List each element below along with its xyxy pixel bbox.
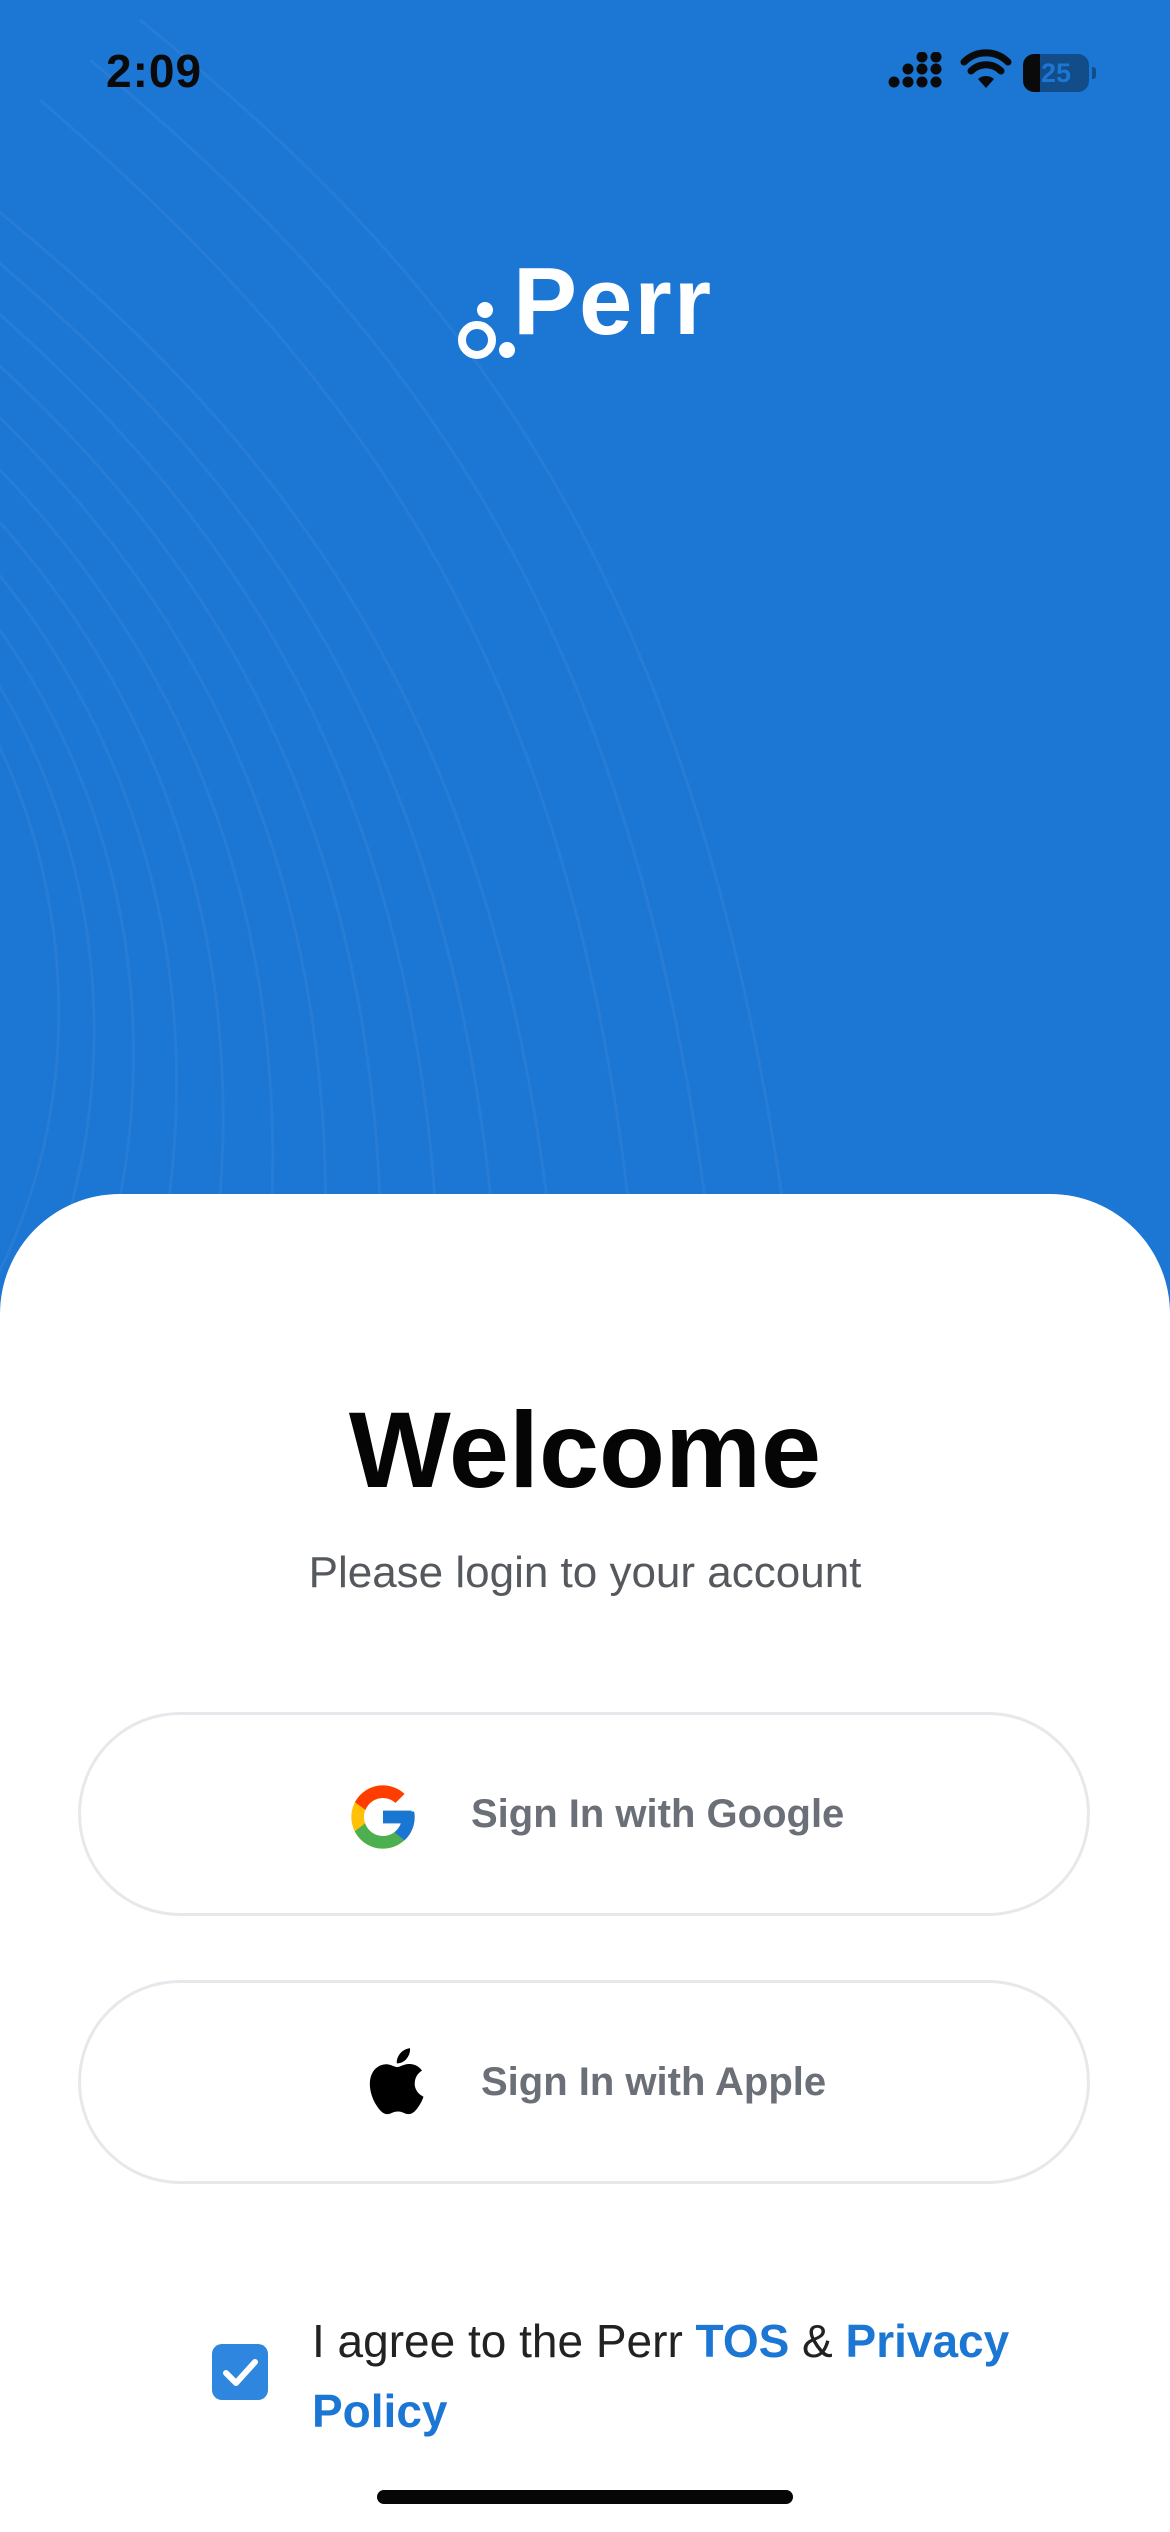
apple-sign-in-label: Sign In with Apple bbox=[481, 2060, 827, 2104]
google-icon bbox=[351, 1785, 415, 1849]
agreement-prefix: I agree to the Perr bbox=[312, 2315, 696, 2367]
status-time: 2:09 bbox=[106, 45, 203, 97]
apple-icon bbox=[369, 2048, 424, 2115]
wifi-icon bbox=[960, 49, 1012, 88]
signal-icon bbox=[888, 52, 942, 88]
battery-level: 25 bbox=[1040, 58, 1072, 88]
agreement-text: I agree to the Perr TOS & Privacy Policy bbox=[312, 2306, 1032, 2446]
battery-tip bbox=[1092, 67, 1096, 79]
agreement-separator: & bbox=[789, 2315, 846, 2367]
apple-sign-in-button[interactable]: Sign In with Apple bbox=[78, 1980, 1090, 2184]
logo-text: Perr bbox=[513, 248, 714, 355]
google-sign-in-button[interactable]: Sign In with Google bbox=[78, 1712, 1090, 1916]
home-indicator bbox=[377, 2490, 793, 2504]
welcome-subtitle: Please login to your account bbox=[308, 1548, 862, 1597]
checkmark-icon bbox=[223, 2359, 258, 2386]
agree-checkbox[interactable] bbox=[212, 2344, 268, 2400]
hero-background bbox=[0, 0, 1170, 1340]
google-sign-in-label: Sign In with Google bbox=[471, 1792, 845, 1836]
perr-logo: Perr bbox=[455, 250, 715, 370]
welcome-title: Welcome bbox=[348, 1389, 822, 1510]
battery-icon: 25 bbox=[1023, 54, 1096, 92]
status-icons: 25 bbox=[888, 48, 1118, 98]
wave-pattern bbox=[0, 18, 802, 1340]
tos-link[interactable]: TOS bbox=[696, 2315, 790, 2367]
